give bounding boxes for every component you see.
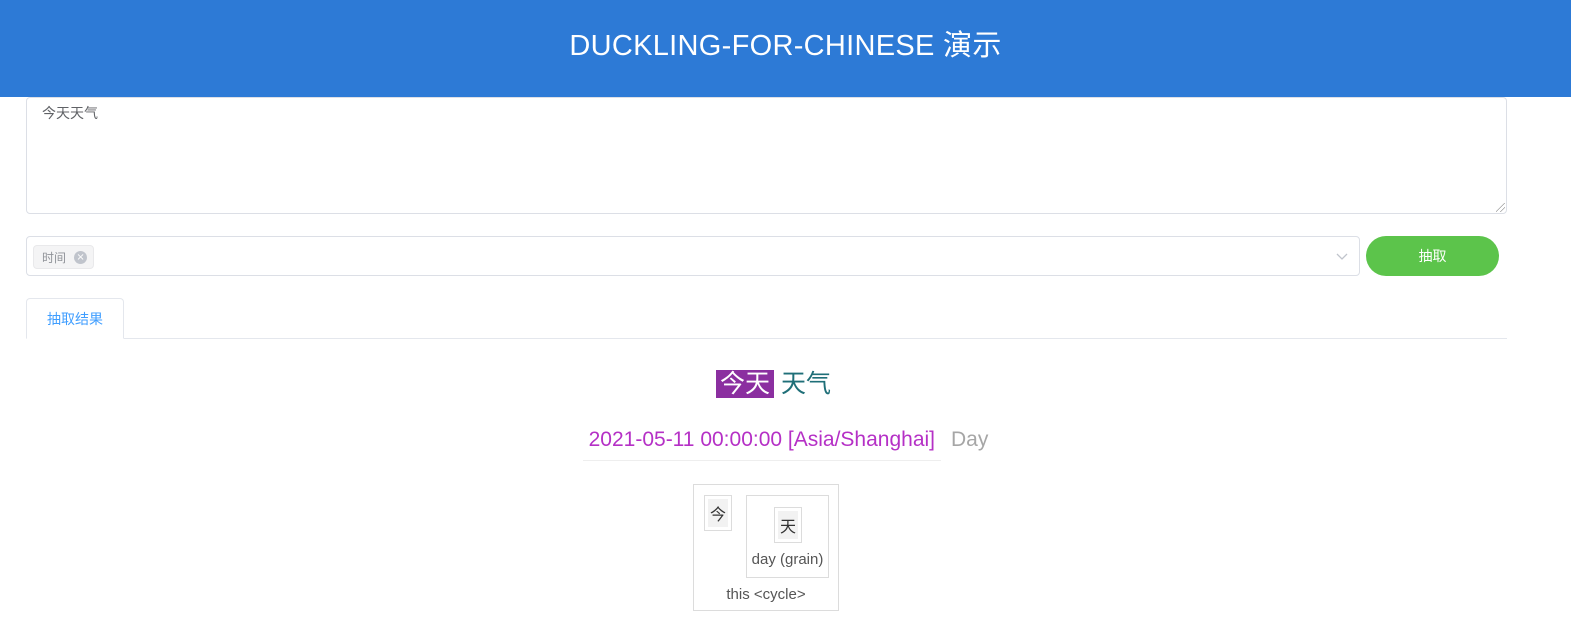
parse-rule-label: this <cycle>: [726, 586, 806, 603]
parse-tree: 今 天 day (grain) this <cycle>: [693, 484, 839, 611]
token-plain: 天气: [781, 369, 832, 398]
parse-char: 天: [777, 511, 798, 539]
parse-node-label: day (grain): [751, 551, 824, 568]
tab-extract-result[interactable]: 抽取结果: [26, 298, 124, 339]
app-header: DUCKLING-FOR-CHINESE 演示: [0, 0, 1571, 97]
dimension-tag: 时间 ×: [33, 245, 95, 269]
query-textarea[interactable]: 今天天气: [26, 97, 1507, 214]
result-grain: Day: [951, 428, 989, 451]
parse-node-grain: 天 day (grain): [746, 495, 829, 578]
dimension-tag-label: 时间: [42, 250, 67, 265]
resize-handle[interactable]: [1496, 203, 1505, 212]
token-sentence: 今天 天气: [0, 370, 1571, 398]
chevron-down-icon[interactable]: [1335, 249, 1349, 263]
result-value-row: 2021-05-11 00:00:00 [Asia/Shanghai] Day: [0, 428, 1571, 461]
result-value: 2021-05-11 00:00:00 [Asia/Shanghai]: [582, 428, 942, 461]
parse-char: 今: [707, 499, 728, 527]
token-highlighted[interactable]: 今天: [715, 370, 774, 398]
extract-button[interactable]: 抽取: [1366, 236, 1499, 276]
parse-node-char: 今: [704, 495, 732, 531]
page-title: DUCKLING-FOR-CHINESE 演示: [569, 29, 1002, 62]
query-text: 今天天气: [42, 106, 98, 122]
tag-close-icon[interactable]: ×: [74, 250, 88, 264]
tabs-divider: [26, 338, 1507, 339]
dimension-select[interactable]: 时间 ×: [26, 236, 1360, 276]
parse-node-char: 天: [774, 507, 802, 543]
